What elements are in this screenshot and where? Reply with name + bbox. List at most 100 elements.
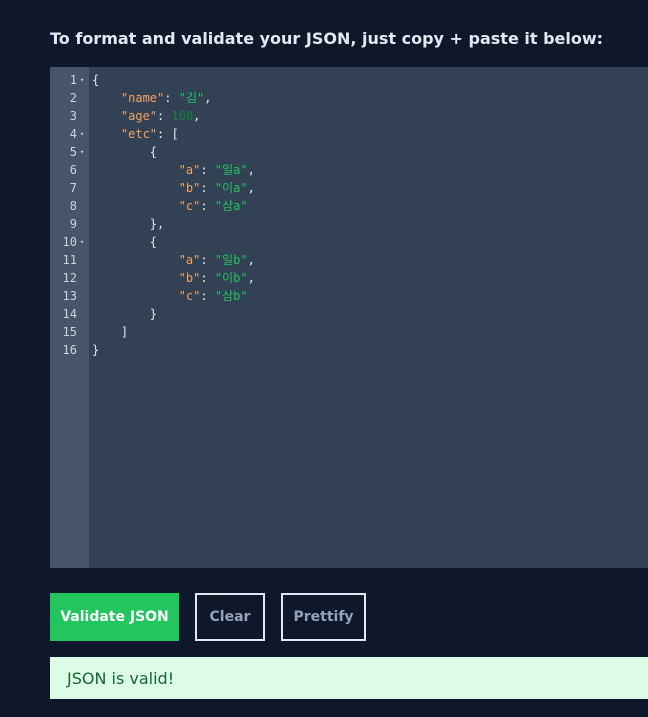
line-number: 1 xyxy=(69,73,77,87)
code-line[interactable]: 3 "age": 100, xyxy=(50,107,648,125)
code-line[interactable]: 1 ▾ { xyxy=(50,71,648,89)
code-text: "etc": [ xyxy=(92,125,179,143)
code-token-pun xyxy=(92,289,179,303)
code-text: { xyxy=(92,233,157,251)
code-token-pun xyxy=(92,109,121,123)
code-token-pun xyxy=(92,163,179,177)
json-validator-page: To format and validate your JSON, just c… xyxy=(0,0,648,717)
code-token-pun: , xyxy=(193,109,201,123)
code-line[interactable]: 9 }, xyxy=(50,215,648,233)
code-token-str: "일a" xyxy=(214,163,248,177)
code-token-str: "삼a" xyxy=(214,199,248,213)
code-token-pun: , xyxy=(247,163,255,177)
clear-button[interactable]: Clear xyxy=(195,593,265,641)
code-token-pun: : xyxy=(164,91,179,105)
fold-toggle-icon[interactable]: ▾ xyxy=(80,125,84,143)
line-number: 14 xyxy=(62,307,77,321)
code-text: "a": "일b", xyxy=(92,251,255,269)
code-token-num: 100 xyxy=(171,109,194,123)
line-number: 11 xyxy=(62,253,77,267)
line-number: 13 xyxy=(62,289,77,303)
code-token-pun xyxy=(92,127,121,141)
code-token-key: "b" xyxy=(178,181,201,195)
line-number: 12 xyxy=(62,271,77,285)
code-token-key: "a" xyxy=(178,163,201,177)
code-token-pun: } xyxy=(92,307,158,321)
code-token-str: "김" xyxy=(178,91,205,105)
line-number: 6 xyxy=(69,163,77,177)
code-token-pun: : xyxy=(200,163,215,177)
code-text: { xyxy=(92,71,99,89)
code-token-key: "age" xyxy=(120,109,158,123)
code-line[interactable]: 16} xyxy=(50,341,648,359)
code-token-key: "name" xyxy=(120,91,165,105)
code-text: "a": "일a", xyxy=(92,161,255,179)
code-text: "c": "삼b" xyxy=(92,287,248,305)
code-text: "c": "삼a" xyxy=(92,197,248,215)
line-number: 15 xyxy=(62,325,77,339)
code-token-pun xyxy=(92,271,179,285)
fold-toggle-icon[interactable]: ▾ xyxy=(80,143,84,161)
code-token-str: "일b" xyxy=(214,253,248,267)
code-line[interactable]: 11 "a": "일b", xyxy=(50,251,648,269)
code-token-str: "삼b" xyxy=(214,289,248,303)
code-token-pun: : xyxy=(200,181,215,195)
instructions-heading: To format and validate your JSON, just c… xyxy=(50,29,604,48)
fold-toggle-icon[interactable]: ▾ xyxy=(80,233,84,251)
code-text: ] xyxy=(92,323,128,341)
code-line[interactable]: 10 ▾ { xyxy=(50,233,648,251)
code-text: "name": "김", xyxy=(92,89,212,107)
code-token-key: "etc" xyxy=(120,127,158,141)
code-token-pun: ] xyxy=(92,325,129,339)
code-text: "b": "이a", xyxy=(92,179,255,197)
prettify-button[interactable]: Prettify xyxy=(281,593,366,641)
code-line[interactable]: 15 ] xyxy=(50,323,648,341)
code-token-str: "이b" xyxy=(214,271,248,285)
code-text: "b": "이b", xyxy=(92,269,255,287)
code-line[interactable]: 14 } xyxy=(50,305,648,323)
code-line[interactable]: 13 "c": "삼b" xyxy=(50,287,648,305)
code-text: { xyxy=(92,143,157,161)
code-token-pun: } xyxy=(92,343,100,357)
code-text: } xyxy=(92,305,157,323)
code-token-pun: { xyxy=(92,73,100,87)
code-token-str: "이a" xyxy=(214,181,248,195)
code-token-pun: , xyxy=(247,271,255,285)
code-token-pun xyxy=(92,199,179,213)
code-line[interactable]: 6 "a": "일a", xyxy=(50,161,648,179)
code-token-pun: , xyxy=(247,181,255,195)
code-token-pun: : xyxy=(200,199,215,213)
code-line[interactable]: 8 "c": "삼a" xyxy=(50,197,648,215)
code-line[interactable]: 12 "b": "이b", xyxy=(50,269,648,287)
code-line[interactable]: 5 ▾ { xyxy=(50,143,648,161)
code-token-pun: { xyxy=(92,145,158,159)
code-token-pun: , xyxy=(204,91,212,105)
code-token-key: "b" xyxy=(178,271,201,285)
line-number: 16 xyxy=(62,343,77,357)
code-text: } xyxy=(92,341,99,359)
code-token-pun: { xyxy=(92,235,158,249)
code-token-pun: : [ xyxy=(157,127,179,141)
code-token-pun: }, xyxy=(92,217,165,231)
code-text: }, xyxy=(92,215,164,233)
line-number: 5 xyxy=(69,145,77,159)
fold-toggle-icon[interactable]: ▾ xyxy=(80,71,84,89)
code-token-pun: : xyxy=(200,289,215,303)
code-token-key: "c" xyxy=(178,289,201,303)
code-token-pun: : xyxy=(200,253,215,267)
json-code-editor[interactable]: 1 ▾{2 "name": "김", 3 "age": 100, 4 ▾ "etc": … xyxy=(50,67,648,568)
code-token-key: "c" xyxy=(178,199,201,213)
code-line[interactable]: 4 ▾ "etc": [ xyxy=(50,125,648,143)
code-token-pun xyxy=(92,253,179,267)
code-token-pun: , xyxy=(247,253,255,267)
code-line[interactable]: 7 "b": "이a", xyxy=(50,179,648,197)
code-token-pun xyxy=(92,91,121,105)
line-number: 10 xyxy=(62,235,77,249)
code-token-pun: : xyxy=(200,271,215,285)
code-token-pun: : xyxy=(157,109,172,123)
validation-result-banner: JSON is valid! xyxy=(50,657,648,699)
line-number: 8 xyxy=(69,199,77,213)
line-number: 4 xyxy=(69,127,77,141)
validate-json-button[interactable]: Validate JSON xyxy=(50,593,179,641)
code-line[interactable]: 2 "name": "김", xyxy=(50,89,648,107)
